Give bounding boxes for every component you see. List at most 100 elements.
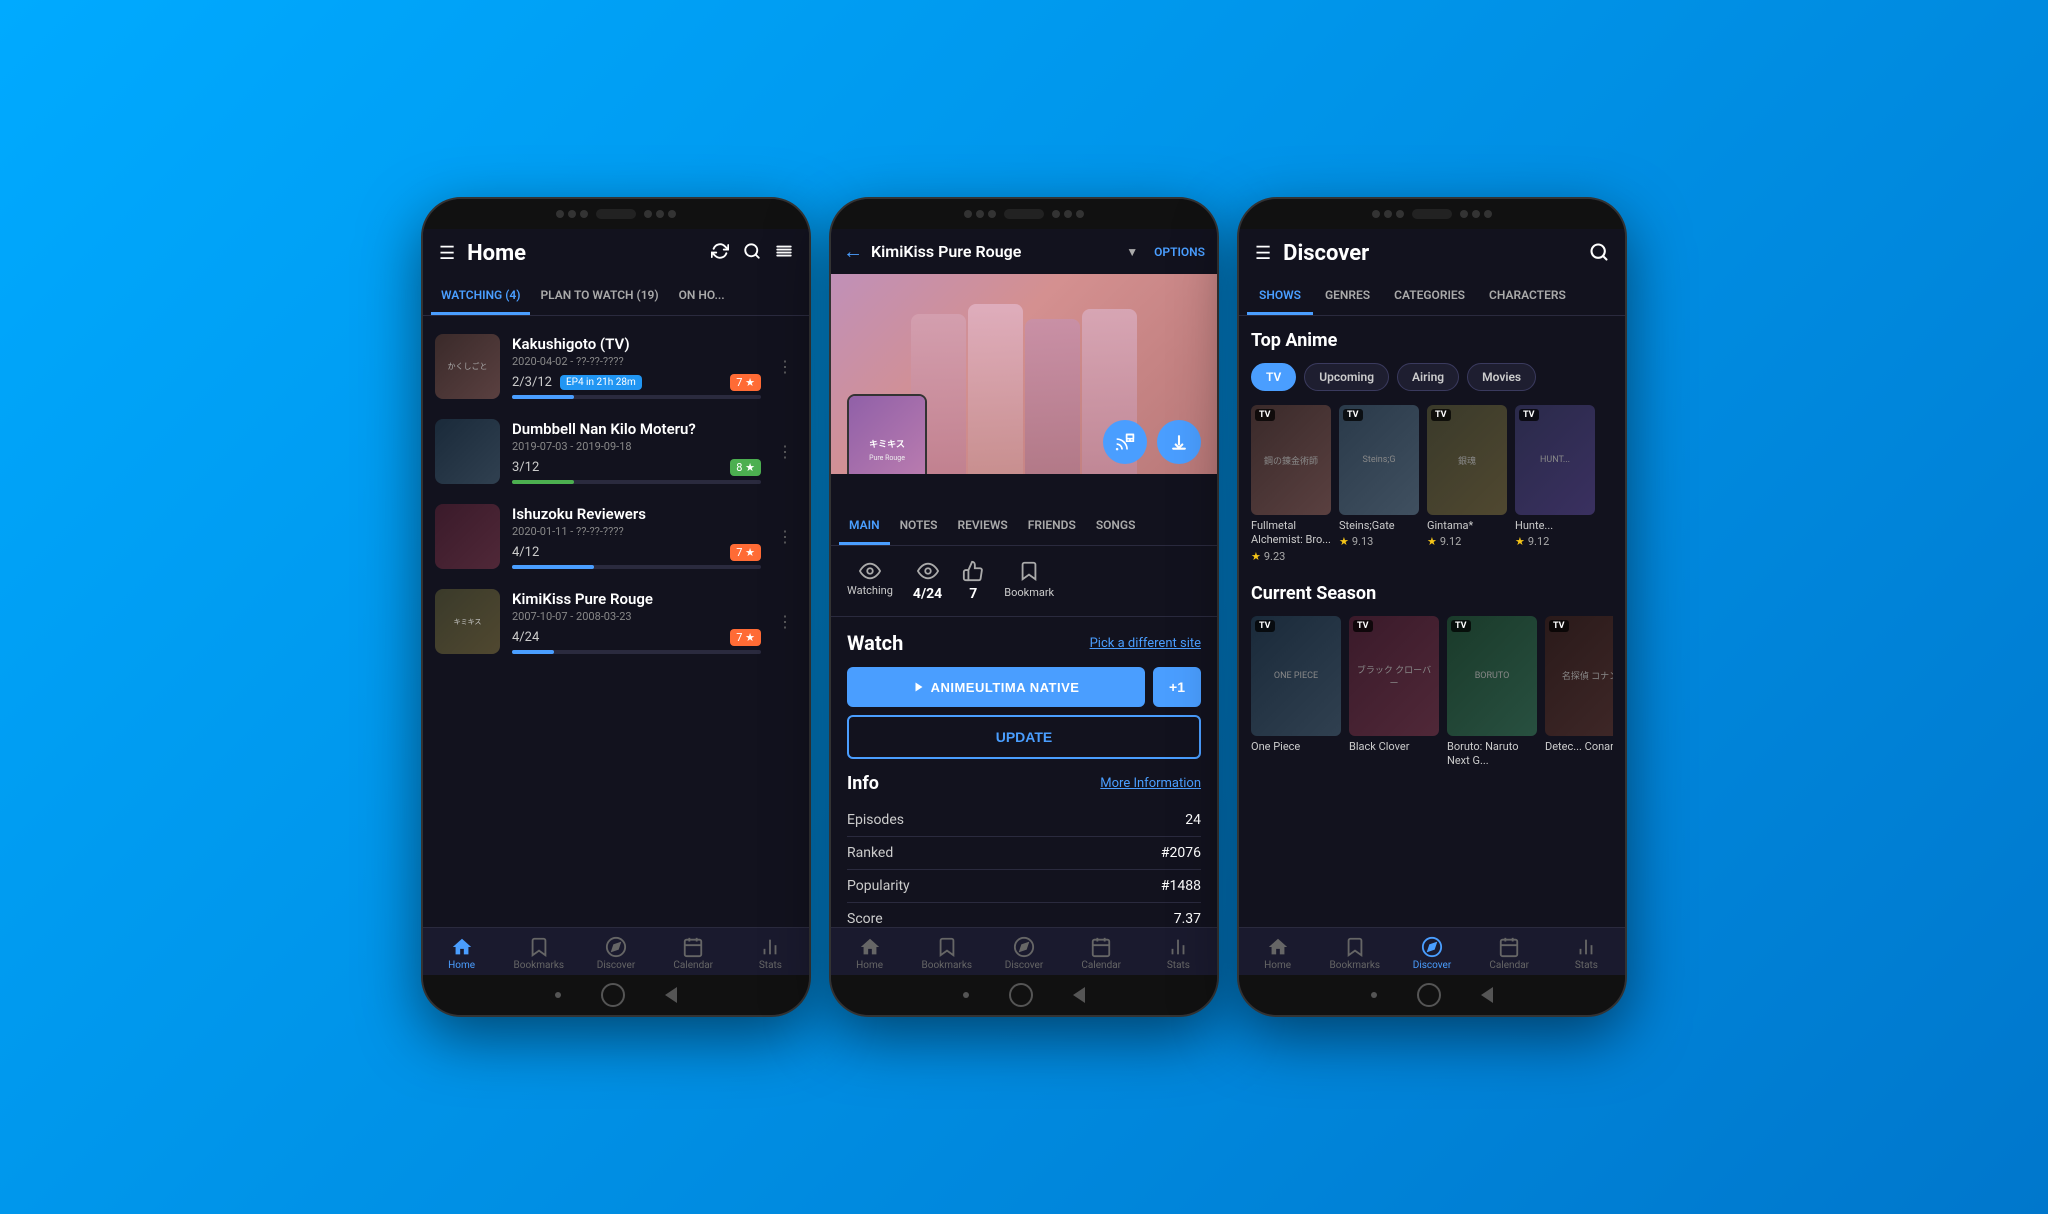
info-row-popularity: Popularity #1488: [847, 870, 1201, 903]
discover-nav-bookmarks[interactable]: Bookmarks: [1316, 936, 1393, 971]
show-date-dumbbell: 2019-07-03 - 2019-09-18: [512, 440, 761, 453]
update-button[interactable]: UPDATE: [847, 715, 1201, 759]
top-anime-grid: TV 鋼の錬金術師 Fullmetal Alchemist: Bro... ★ …: [1251, 405, 1613, 563]
phone-notch-3: [1239, 199, 1625, 229]
phone-notch-2: [831, 199, 1217, 229]
info-title: Info: [847, 773, 879, 794]
show-thumb-kimikiss: キミキス: [435, 589, 500, 654]
detail-banner: キミキス Pure Rouge: [831, 274, 1217, 474]
tab-friends[interactable]: FRIENDS: [1018, 508, 1086, 545]
detail-nav-home[interactable]: Home: [831, 936, 908, 971]
back-icon[interactable]: ←: [843, 239, 863, 264]
home-tabs: WATCHING (4) PLAN TO WATCH (19) ON HO...: [423, 278, 809, 316]
detail-nav-discover[interactable]: Discover: [985, 936, 1062, 971]
anime-card-onepiece[interactable]: TV ONE PIECE One Piece: [1251, 616, 1341, 771]
show-item-ishuzoku[interactable]: Ishuzoku Reviewers 2020-01-11 - ??-??-??…: [423, 494, 809, 579]
stat-episodes: 4/24: [913, 560, 942, 602]
anime-card-steins[interactable]: TV Steins;G Steins;Gate ★ 9.13: [1339, 405, 1419, 563]
anime-card-fma[interactable]: TV 鋼の錬金術師 Fullmetal Alchemist: Bro... ★ …: [1251, 405, 1331, 563]
show-progress-bar-kakushigoto: [512, 395, 574, 399]
stat-bookmark[interactable]: Bookmark: [1004, 560, 1054, 602]
tab-on-hold[interactable]: ON HO...: [669, 278, 735, 315]
detail-nav-home-label: Home: [856, 960, 883, 971]
discover-tab-genres[interactable]: GENRES: [1313, 278, 1382, 315]
search-icon[interactable]: [743, 242, 761, 265]
show-info-kakushigoto: Kakushigoto (TV) 2020-04-02 - ??-??-????…: [512, 335, 761, 399]
tab-notes[interactable]: NOTES: [890, 508, 948, 545]
show-item-dumbbell[interactable]: Dumbbell Nan Kilo Moteru? 2019-07-03 - 2…: [423, 409, 809, 494]
anime-card-blackclover[interactable]: TV ブラック クローバー Black Clover: [1349, 616, 1439, 771]
filter-icon[interactable]: [775, 242, 793, 265]
phone-bottom-bar-2: [831, 975, 1217, 1015]
pill-airing[interactable]: Airing: [1397, 363, 1459, 391]
discover-nav-stats[interactable]: Stats: [1548, 936, 1625, 971]
tab-songs[interactable]: SONGS: [1086, 508, 1146, 545]
tab-watching[interactable]: WATCHING (4): [431, 278, 530, 315]
phones-container: ☰ Home: [421, 197, 1627, 1017]
discover-tab-categories[interactable]: CATEGORIES: [1382, 278, 1477, 315]
show-menu-kimikiss[interactable]: ⋮: [773, 608, 797, 635]
show-menu-ishuzoku[interactable]: ⋮: [773, 523, 797, 550]
pill-tv[interactable]: TV: [1251, 363, 1296, 391]
detail-nav-bookmarks[interactable]: Bookmarks: [908, 936, 985, 971]
show-rating-ishuzoku: 7 ★: [730, 544, 761, 561]
discover-nav-calendar[interactable]: Calendar: [1471, 936, 1548, 971]
show-rating-kakushigoto: 7 ★: [730, 374, 761, 391]
show-thumb-dumbbell: [435, 419, 500, 484]
show-item-kakushigoto[interactable]: かくしごと Kakushigoto (TV) 2020-04-02 - ??-?…: [423, 324, 809, 409]
discover-nav-discover[interactable]: Discover: [1393, 936, 1470, 971]
show-rating-kimikiss: 7 ★: [730, 629, 761, 646]
tab-plan-to-watch[interactable]: PLAN TO WATCH (19): [530, 278, 668, 315]
show-progress-bar-dumbbell: [512, 480, 574, 484]
info-row-score: Score 7.37: [847, 903, 1201, 927]
nav-discover-label: Discover: [597, 960, 636, 971]
tab-main[interactable]: MAIN: [839, 508, 890, 545]
discover-tab-characters[interactable]: CHARACTERS: [1477, 278, 1578, 315]
pill-upcoming[interactable]: Upcoming: [1304, 363, 1389, 391]
show-ep-ishuzoku: 4/12: [512, 545, 539, 560]
discover-tab-shows[interactable]: SHOWS: [1247, 278, 1313, 315]
animeultima-button[interactable]: ANIMEULTIMA NATIVE: [847, 667, 1145, 707]
nav-stats[interactable]: Stats: [732, 936, 809, 971]
nav-bookmarks[interactable]: Bookmarks: [500, 936, 577, 971]
nav-discover[interactable]: Discover: [577, 936, 654, 971]
cast-button[interactable]: [1103, 420, 1147, 464]
options-button[interactable]: OPTIONS: [1154, 245, 1205, 259]
download-button[interactable]: [1157, 420, 1201, 464]
tab-reviews[interactable]: REVIEWS: [947, 508, 1017, 545]
nav-bookmarks-label: Bookmarks: [514, 960, 565, 971]
pill-movies[interactable]: Movies: [1467, 363, 1536, 391]
discover-title: Discover: [1283, 241, 1589, 266]
nav-calendar[interactable]: Calendar: [655, 936, 732, 971]
stat-likes-value: 7: [969, 586, 977, 602]
anime-card-gintama[interactable]: TV 銀魂 Gintama* ★ 9.12: [1427, 405, 1507, 563]
detail-tabs: MAIN NOTES REVIEWS FRIENDS SONGS: [831, 508, 1217, 546]
home-title: Home: [467, 241, 711, 266]
info-row-ranked: Ranked #2076: [847, 837, 1201, 870]
stat-watching-label: Watching: [847, 584, 893, 597]
pick-site-link[interactable]: Pick a different site: [1090, 636, 1201, 651]
discover-tabs: SHOWS GENRES CATEGORIES CHARACTERS: [1239, 278, 1625, 316]
show-item-kimikiss[interactable]: キミキス KimiKiss Pure Rouge 2007-10-07 - 20…: [423, 579, 809, 664]
discover-nav-home[interactable]: Home: [1239, 936, 1316, 971]
watch-title: Watch: [847, 631, 903, 655]
more-information-link[interactable]: More Information: [1100, 776, 1201, 791]
discover-bottom-nav: Home Bookmarks Discover Calendar Stats: [1239, 927, 1625, 975]
detail-nav-calendar[interactable]: Calendar: [1063, 936, 1140, 971]
detail-nav-stats[interactable]: Stats: [1140, 936, 1217, 971]
discover-search-icon[interactable]: [1589, 242, 1609, 266]
discover-menu-icon[interactable]: ☰: [1255, 243, 1271, 264]
anime-card-hunter[interactable]: TV HUNT... Hunte... ★ 9.12: [1515, 405, 1595, 563]
nav-home[interactable]: Home: [423, 936, 500, 971]
show-menu-kakushigoto[interactable]: ⋮: [773, 353, 797, 380]
menu-icon[interactable]: ☰: [439, 243, 455, 264]
anime-card-boruto[interactable]: TV BORUTO Boruto: Naruto Next G...: [1447, 616, 1537, 771]
refresh-icon[interactable]: [711, 242, 729, 265]
anime-card-detective[interactable]: TV 名探偵 コナン Detec... Conar: [1545, 616, 1613, 771]
info-row-episodes: Episodes 24: [847, 804, 1201, 837]
show-menu-dumbbell[interactable]: ⋮: [773, 438, 797, 465]
nav-calendar-label: Calendar: [673, 960, 713, 971]
plus-one-button[interactable]: +1: [1153, 667, 1201, 707]
detail-main-content: Watch Pick a different site ANIMEULTIMA …: [831, 617, 1217, 927]
dropdown-icon[interactable]: ▼: [1126, 245, 1138, 259]
